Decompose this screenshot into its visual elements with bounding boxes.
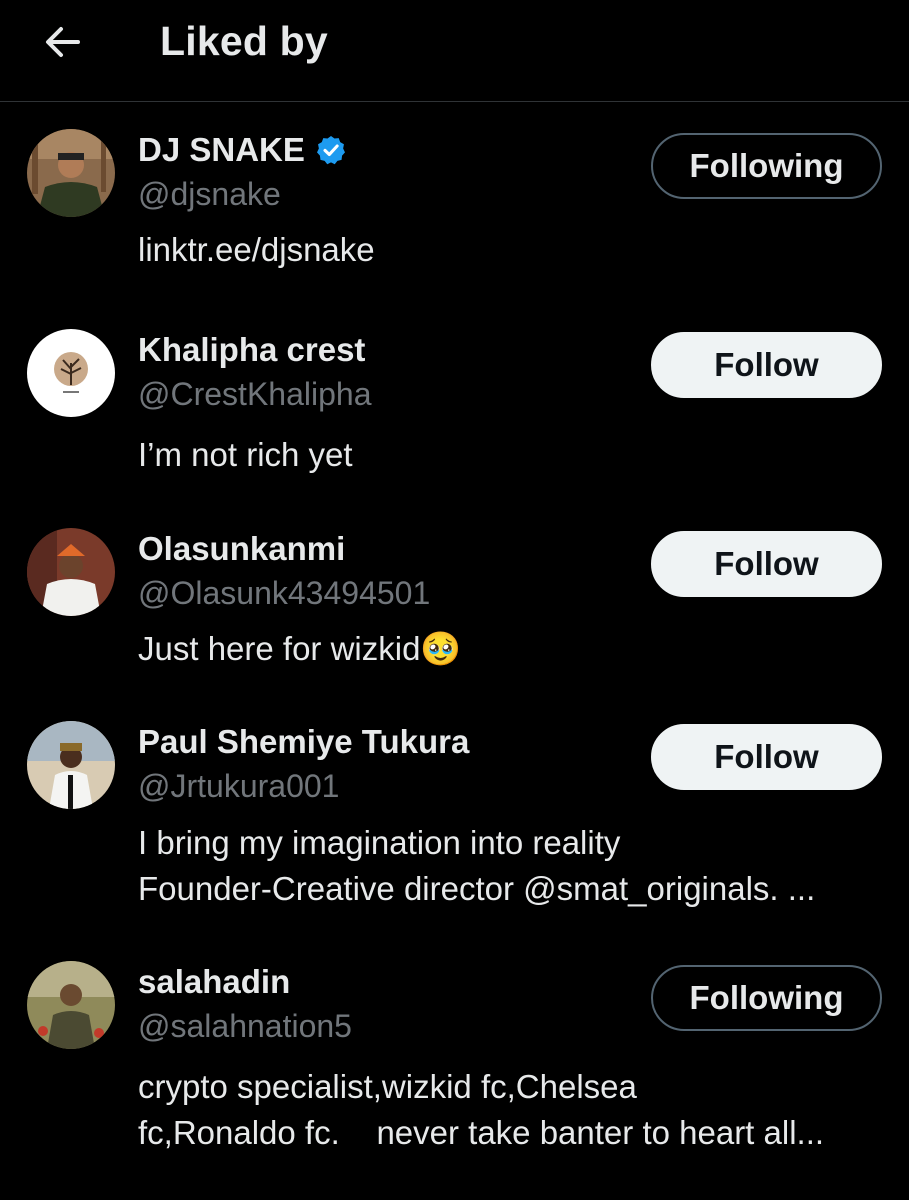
user-handle: @salahnation5 bbox=[138, 1008, 352, 1044]
name-line: Olasunkanmi bbox=[138, 530, 345, 568]
bio-line: I bring my imagination into reality bbox=[138, 824, 621, 861]
user-row-olasunkanmi[interactable]: Olasunkanmi @Olasunk43494501 Just here f… bbox=[0, 528, 909, 688]
name-line: salahadin bbox=[138, 963, 290, 1001]
user-handle: @djsnake bbox=[138, 176, 281, 212]
user-bio: I bring my imagination into reality Foun… bbox=[138, 820, 883, 912]
name-line: Khalipha crest bbox=[138, 331, 365, 369]
avatar[interactable] bbox=[27, 329, 115, 417]
bio-line: I’m not rich yet bbox=[138, 436, 353, 473]
user-bio: Just here for wizkid🥹 bbox=[138, 626, 883, 672]
user-row-khalipha-crest[interactable]: Khalipha crest @CrestKhalipha I’m not ri… bbox=[0, 329, 909, 489]
name-line: DJ SNAKE bbox=[138, 131, 347, 169]
bio-line: linktr.ee/djsnake bbox=[138, 231, 375, 268]
display-name: Khalipha crest bbox=[138, 331, 366, 368]
page-title: Liked by bbox=[160, 18, 328, 64]
user-bio: linktr.ee/djsnake bbox=[138, 227, 883, 273]
user-row-djsnake[interactable]: DJ SNAKE @djsnake linktr.ee/djsnake Foll… bbox=[0, 129, 909, 309]
user-bio: crypto specialist,wizkid fc,Chelsea fc,R… bbox=[138, 1064, 883, 1156]
user-row-salahadin[interactable]: salahadin @salahnation5 crypto specialis… bbox=[0, 961, 909, 1161]
display-name: Olasunkanmi bbox=[138, 530, 346, 567]
user-row-paul-shemiye-tukura[interactable]: Paul Shemiye Tukura @Jrtukura001 I bring… bbox=[0, 721, 909, 921]
display-name: DJ SNAKE bbox=[138, 131, 305, 168]
verified-badge-icon bbox=[315, 134, 347, 166]
avatar[interactable] bbox=[27, 129, 115, 217]
user-handle: @Olasunk43494501 bbox=[138, 575, 431, 611]
user-handle: @Jrtukura001 bbox=[138, 768, 340, 804]
name-line: Paul Shemiye Tukura bbox=[138, 723, 469, 761]
avatar[interactable] bbox=[27, 528, 115, 616]
user-handle: @CrestKhalipha bbox=[138, 376, 372, 412]
user-bio: I’m not rich yet bbox=[138, 432, 883, 478]
avatar[interactable] bbox=[27, 961, 115, 1049]
display-name: salahadin bbox=[138, 963, 291, 1000]
avatar[interactable] bbox=[27, 721, 115, 809]
display-name: Paul Shemiye Tukura bbox=[138, 723, 470, 760]
follow-button[interactable]: Follow bbox=[651, 724, 882, 790]
top-bar: Liked by bbox=[0, 0, 909, 102]
bio-line: crypto specialist,wizkid fc,Chelsea bbox=[138, 1068, 637, 1105]
back-button[interactable] bbox=[38, 20, 86, 68]
bio-line: fc,Ronaldo fc. never take banter to hear… bbox=[138, 1114, 825, 1151]
follow-button[interactable]: Follow bbox=[651, 332, 882, 398]
follow-button[interactable]: Follow bbox=[651, 531, 882, 597]
following-button[interactable]: Following bbox=[651, 965, 882, 1031]
bio-line: Just here for wizkid🥹 bbox=[138, 630, 462, 667]
bio-line: Founder-Creative director @smat_original… bbox=[138, 870, 816, 907]
arrow-left-icon bbox=[42, 22, 82, 67]
following-button[interactable]: Following bbox=[651, 133, 882, 199]
